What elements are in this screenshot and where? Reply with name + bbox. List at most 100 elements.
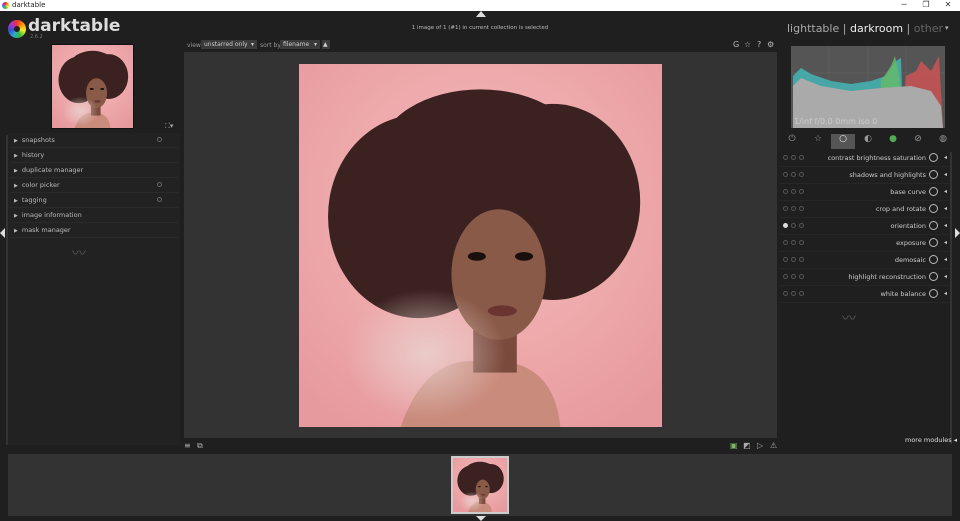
reset-icon[interactable] <box>799 274 804 279</box>
reset-icon[interactable] <box>799 155 804 160</box>
multi-instance-icon[interactable] <box>791 206 796 211</box>
reset-icon[interactable] <box>799 291 804 296</box>
module-label: tagging <box>21 196 47 204</box>
sort-order-button[interactable]: ▲ <box>322 40 330 49</box>
preset-icon[interactable] <box>157 182 162 187</box>
power-toggle-icon[interactable] <box>783 172 788 177</box>
reset-icon[interactable] <box>799 223 804 228</box>
power-toggle-icon[interactable] <box>783 240 788 245</box>
expand-arrow-icon: ◂ <box>943 256 947 263</box>
module-label: color picker <box>21 181 60 189</box>
module-contrast-brightness-saturation[interactable]: contrast brightness saturation ◂ <box>780 150 950 167</box>
power-toggle-icon[interactable] <box>783 223 788 228</box>
styles-icon[interactable]: ⧉ <box>197 441 203 451</box>
preset-icon[interactable] <box>157 197 162 202</box>
left-module-snapshots[interactable]: ▶ snapshots <box>10 133 178 148</box>
module-white-balance[interactable]: white balance ◂ <box>780 286 950 303</box>
correct-icon[interactable]: ⊘ <box>906 134 930 149</box>
right-panel-scrollbar[interactable] <box>950 152 952 444</box>
module-base-curve[interactable]: base curve ◂ <box>780 184 950 201</box>
collapse-left-arrow-icon[interactable] <box>0 228 5 238</box>
maximize-button[interactable]: ❐ <box>917 0 935 11</box>
module-label: snapshots <box>21 136 55 144</box>
module-icon <box>929 255 938 264</box>
view-darkroom[interactable]: darkroom <box>850 22 903 35</box>
expand-arrow-icon: ▶ <box>14 168 18 174</box>
sort-select[interactable]: filename ▾ <box>280 40 320 49</box>
thumbnail-options-icon[interactable]: ⛶▾ <box>165 122 173 131</box>
reset-icon[interactable] <box>799 206 804 211</box>
power-icon[interactable]: ⏻ <box>780 134 804 149</box>
module-orientation[interactable]: orientation ◂ <box>780 218 950 235</box>
reset-icon[interactable] <box>799 240 804 245</box>
left-module-color-picker[interactable]: ▶ color picker <box>10 178 178 193</box>
preset-icon[interactable] <box>157 137 162 142</box>
help-icon[interactable]: ? <box>757 40 761 49</box>
power-toggle-icon[interactable] <box>783 274 788 279</box>
view-separator: | <box>906 22 911 35</box>
power-toggle-icon[interactable] <box>783 291 788 296</box>
reset-icon[interactable] <box>799 172 804 177</box>
multi-instance-icon[interactable] <box>791 257 796 262</box>
multi-instance-icon[interactable] <box>791 240 796 245</box>
overexposed-icon[interactable]: ⚠ <box>770 441 777 450</box>
power-toggle-icon[interactable] <box>783 155 788 160</box>
multi-instance-icon[interactable] <box>791 274 796 279</box>
view-other[interactable]: other <box>914 22 943 35</box>
collapse-top-arrow-icon[interactable] <box>476 11 486 17</box>
collapse-bottom-arrow-icon[interactable] <box>476 516 486 521</box>
module-highlight-reconstruction[interactable]: highlight reconstruction ◂ <box>780 269 950 286</box>
sort-label: sort by <box>260 42 281 49</box>
left-panel-scrollbar[interactable] <box>6 135 8 445</box>
close-button[interactable]: ✕ <box>939 0 957 11</box>
module-icon <box>929 238 938 247</box>
star-icon[interactable]: ☆ <box>744 40 751 49</box>
main-image[interactable] <box>299 64 662 427</box>
softproof-icon[interactable]: ◩ <box>743 441 751 450</box>
histogram[interactable] <box>791 46 945 128</box>
reset-icon[interactable] <box>799 257 804 262</box>
left-module-history[interactable]: ▶ history <box>10 148 178 163</box>
power-toggle-icon[interactable] <box>783 206 788 211</box>
multi-instance-icon[interactable] <box>791 189 796 194</box>
module-group-tabs: ⏻ ☆ ○ ◐ ● ⊘ ◍ <box>780 134 955 150</box>
multi-instance-icon[interactable] <box>791 291 796 296</box>
module-label: mask manager <box>21 226 71 234</box>
multi-instance-icon[interactable] <box>791 172 796 177</box>
circle-icon[interactable]: ○ <box>831 134 855 149</box>
reset-icon[interactable] <box>799 189 804 194</box>
menu-icon[interactable]: ≡ <box>184 441 191 450</box>
effect-icon[interactable]: ◍ <box>931 134 955 149</box>
minimize-button[interactable]: ─ <box>895 0 913 11</box>
gear-icon[interactable]: ⚙ <box>767 40 774 49</box>
left-module-mask-manager[interactable]: ▶ mask manager <box>10 223 178 238</box>
window-title: darktable <box>12 1 46 9</box>
gamut-check-icon[interactable]: ▷ <box>757 441 763 450</box>
view-lighttable[interactable]: lighttable <box>787 22 839 35</box>
tone-icon[interactable]: ◐ <box>856 134 880 149</box>
power-toggle-icon[interactable] <box>783 189 788 194</box>
multi-instance-icon[interactable] <box>791 223 796 228</box>
module-demosaic[interactable]: demosaic ◂ <box>780 252 950 269</box>
top-toolbar: view unstarred only ▾ sort by filename ▾ ▲… <box>184 39 777 52</box>
multi-instance-icon[interactable] <box>791 155 796 160</box>
module-icon <box>929 153 938 162</box>
color-assessment-icon[interactable]: ▣ <box>730 441 738 450</box>
collapse-right-arrow-icon[interactable] <box>955 228 960 238</box>
module-crop-and-rotate[interactable]: crop and rotate ◂ <box>780 201 950 218</box>
view-filter-select[interactable]: unstarred only ▾ <box>201 40 257 49</box>
power-toggle-icon[interactable] <box>783 257 788 262</box>
left-module-image-information[interactable]: ▶ image information <box>10 208 178 223</box>
color-icon[interactable]: ● <box>881 134 905 149</box>
star-icon[interactable]: ☆ <box>806 134 830 149</box>
view-menu-chevron-icon[interactable]: ▾ <box>945 24 949 32</box>
left-module-duplicate-manager[interactable]: ▶ duplicate manager <box>10 163 178 178</box>
module-shadows-and-highlights[interactable]: shadows and highlights ◂ <box>780 167 950 184</box>
module-label: crop and rotate <box>875 205 926 213</box>
more-modules-button[interactable]: more modules ◂ <box>905 436 957 444</box>
left-module-tagging[interactable]: ▶ tagging <box>10 193 178 208</box>
grouping-button[interactable]: G <box>733 40 739 49</box>
module-exposure[interactable]: exposure ◂ <box>780 235 950 252</box>
current-image-thumbnail[interactable] <box>51 44 134 129</box>
filmstrip-thumbnail[interactable] <box>451 456 509 514</box>
